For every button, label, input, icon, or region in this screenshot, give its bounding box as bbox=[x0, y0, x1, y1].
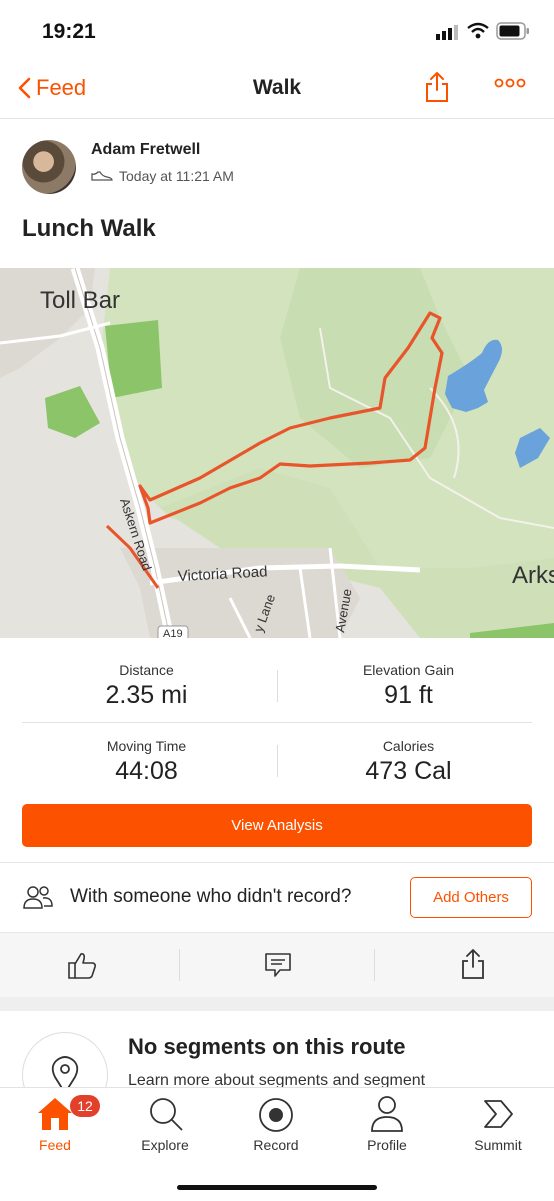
avatar[interactable] bbox=[22, 140, 76, 194]
home-indicator bbox=[177, 1185, 377, 1190]
nav-bar: Feed Walk bbox=[0, 60, 554, 119]
tab-summit[interactable]: Summit bbox=[443, 1088, 553, 1168]
stat-divider bbox=[277, 670, 278, 702]
comment-icon[interactable] bbox=[264, 952, 292, 978]
action-divider bbox=[374, 949, 375, 981]
activity-title: Lunch Walk bbox=[22, 215, 156, 242]
wifi-icon bbox=[467, 22, 489, 39]
map-label-a19: A19 bbox=[163, 628, 183, 638]
page-title: Walk bbox=[252, 76, 302, 99]
tab-feed-label: Feed bbox=[39, 1137, 71, 1153]
tab-feed[interactable]: 12 Feed bbox=[0, 1088, 110, 1168]
stat-calories-label: Calories bbox=[382, 738, 435, 754]
person-icon bbox=[371, 1096, 403, 1132]
feed-badge: 12 bbox=[70, 1095, 100, 1117]
stat-distance-label: Distance bbox=[119, 662, 174, 678]
stat-moving-time-label: Moving Time bbox=[106, 738, 187, 754]
section-gap bbox=[0, 997, 554, 1011]
tab-summit-label: Summit bbox=[474, 1137, 522, 1153]
tab-bar: 12 Feed Explore Record Profile Summit bbox=[0, 1087, 554, 1201]
stat-elevation-value: 91 ft bbox=[384, 681, 433, 709]
map-label-toll-bar: Toll Bar bbox=[40, 287, 120, 314]
status-bar: 19:21 bbox=[0, 0, 554, 60]
summit-icon bbox=[484, 1100, 513, 1128]
map-canvas: Toll Bar Askern Road Victoria Road y Lan… bbox=[0, 268, 554, 638]
kudos-thumbs-up-icon[interactable] bbox=[66, 950, 98, 980]
share-icon[interactable] bbox=[424, 70, 450, 104]
tab-explore-label: Explore bbox=[141, 1137, 189, 1153]
activity-timestamp: Today at 11:21 AM bbox=[91, 168, 234, 184]
record-icon bbox=[259, 1098, 293, 1132]
section-divider bbox=[0, 862, 554, 863]
tab-profile-label: Profile bbox=[367, 1137, 407, 1153]
stat-divider bbox=[277, 745, 278, 777]
action-bar bbox=[0, 932, 554, 998]
view-analysis-button[interactable]: View Analysis bbox=[22, 804, 532, 847]
search-icon bbox=[150, 1098, 183, 1131]
stat-moving-time-value: 44:08 bbox=[115, 757, 178, 785]
stat-elevation-label: Elevation Gain bbox=[362, 662, 455, 678]
status-time: 19:21 bbox=[42, 20, 96, 43]
athlete-name[interactable]: Adam Fretwell bbox=[91, 141, 200, 159]
battery-icon bbox=[496, 22, 529, 40]
add-others-button[interactable]: Add Others bbox=[410, 877, 532, 918]
stat-row-divider bbox=[22, 722, 532, 723]
shoe-icon bbox=[91, 171, 113, 181]
action-divider bbox=[179, 949, 180, 981]
with-someone-text: With someone who didn't record? bbox=[70, 886, 352, 907]
stat-calories-value: 473 Cal bbox=[365, 757, 452, 785]
tab-explore[interactable]: Explore bbox=[110, 1088, 220, 1168]
tab-record[interactable]: Record bbox=[221, 1088, 331, 1168]
stat-distance-value: 2.35 mi bbox=[105, 681, 188, 709]
route-map[interactable]: Toll Bar Askern Road Victoria Road y Lan… bbox=[0, 268, 554, 638]
more-icon[interactable] bbox=[494, 78, 526, 88]
timestamp-text: Today at 11:21 AM bbox=[119, 168, 234, 184]
map-label-arks: Arks bbox=[512, 562, 554, 589]
group-icon bbox=[23, 886, 53, 909]
share-icon[interactable] bbox=[460, 947, 486, 981]
signal-icon bbox=[436, 25, 458, 40]
tab-profile[interactable]: Profile bbox=[332, 1088, 442, 1168]
tab-record-label: Record bbox=[253, 1137, 299, 1153]
segments-title: No segments on this route bbox=[128, 1034, 406, 1059]
home-icon bbox=[38, 1098, 72, 1130]
